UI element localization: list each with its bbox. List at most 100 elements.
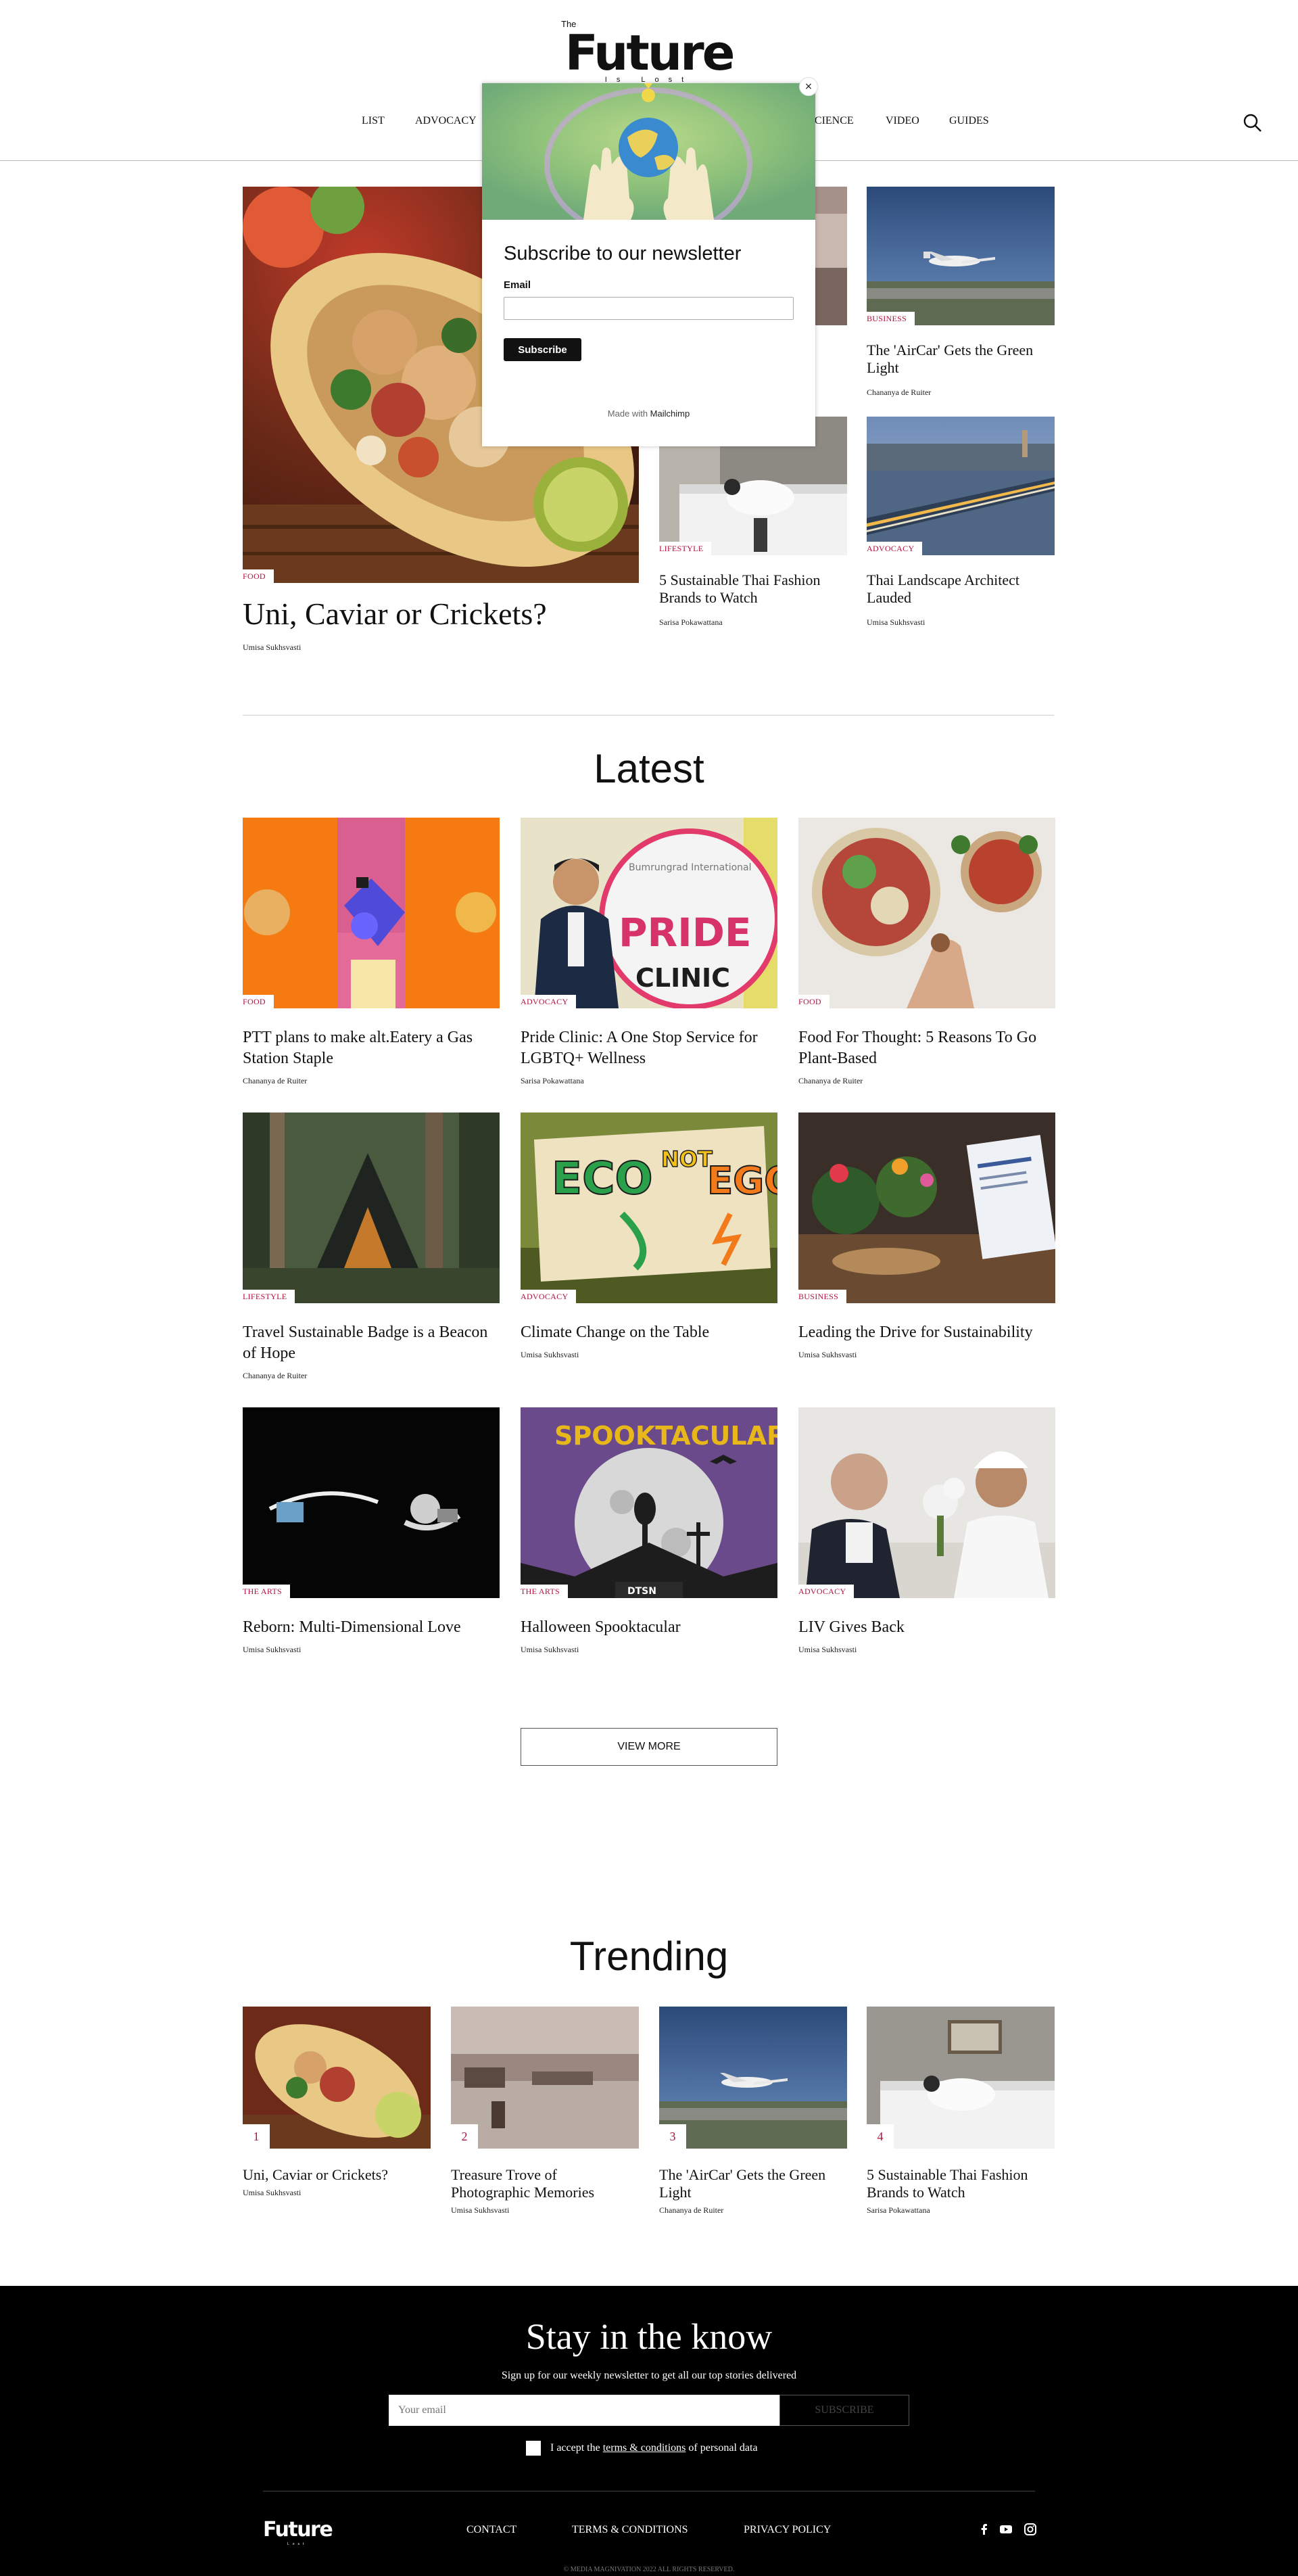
modal-email-input[interactable] — [504, 297, 794, 320]
footer-email-input[interactable] — [389, 2395, 779, 2426]
trending-image[interactable]: 3 — [659, 2007, 847, 2149]
trending-article[interactable]: 3 The 'AirCar' Gets the Green Light Chan… — [659, 2007, 847, 2216]
trending-title[interactable]: 5 Sustainable Thai Fashion Brands to Wat… — [867, 2166, 1055, 2201]
latest-image[interactable]: SPOOKTACULAR DTSN THE ARTS — [521, 1407, 777, 1598]
latest-category-tag[interactable]: LIFESTYLE — [243, 1290, 295, 1303]
latest-image[interactable]: ADVOCACY — [798, 1407, 1055, 1598]
latest-category-tag[interactable]: FOOD — [798, 995, 830, 1008]
view-more-button[interactable]: VIEW MORE — [521, 1728, 777, 1766]
youtube-icon[interactable] — [999, 2523, 1013, 2536]
footer-logo[interactable]: Future Lost — [263, 2518, 337, 2546]
latest-article[interactable]: Bumrungrad International PRIDE CLINIC AD… — [521, 818, 777, 1086]
footer-link-terms[interactable]: TERMS & CONDITIONS — [572, 2524, 688, 2536]
trending-author[interactable]: Sarisa Pokawattana — [867, 2205, 1055, 2216]
latest-article[interactable]: SPOOKTACULAR DTSN THE ARTS Halloween Spo… — [521, 1407, 777, 1655]
nav-item-video[interactable]: VIDEO — [886, 115, 919, 127]
side-article[interactable]: ADVOCACY Thai Landscape Architect Lauded… — [867, 417, 1055, 628]
side-author[interactable]: Chananya de Ruiter — [867, 388, 1055, 398]
latest-article[interactable]: FOOD Food For Thought: 5 Reasons To Go P… — [798, 818, 1055, 1086]
latest-article[interactable]: FOOD PTT plans to make alt.Eatery a Gas … — [243, 818, 500, 1086]
trending-image[interactable]: 2 — [451, 2007, 639, 2149]
latest-image[interactable]: FOOD — [798, 818, 1055, 1008]
latest-image[interactable]: Bumrungrad International PRIDE CLINIC AD… — [521, 818, 777, 1008]
latest-image[interactable]: THE ARTS — [243, 1407, 500, 1598]
consent-terms-link[interactable]: terms & conditions — [603, 2442, 686, 2454]
latest-article[interactable]: BUSINESS Leading the Drive for Sustainab… — [798, 1113, 1055, 1360]
trending-author[interactable]: Chananya de Ruiter — [659, 2205, 847, 2216]
latest-title[interactable]: Food For Thought: 5 Reasons To Go Plant-… — [798, 1027, 1055, 1069]
instagram-icon[interactable] — [1024, 2523, 1037, 2536]
close-icon[interactable]: × — [799, 77, 818, 96]
trending-author[interactable]: Umisa Sukhsvasti — [451, 2205, 639, 2216]
latest-author[interactable]: Umisa Sukhsvasti — [243, 1645, 500, 1655]
latest-article[interactable]: THE ARTS Reborn: Multi-Dimensional Love … — [243, 1407, 500, 1655]
footer-subscribe-button[interactable]: SUBSCRIBE — [779, 2395, 909, 2426]
modal-subscribe-button[interactable]: Subscribe — [504, 338, 581, 361]
side-title[interactable]: The 'AirCar' Gets the Green Light — [867, 342, 1055, 377]
side-image[interactable]: BUSINESS — [867, 187, 1055, 325]
trending-article[interactable]: 2 Treasure Trove of Photographic Memorie… — [451, 2007, 639, 2216]
nav-item-advocacy[interactable]: ADVOCACY — [415, 115, 477, 127]
hero-title[interactable]: Uni, Caviar or Crickets? — [243, 595, 639, 633]
nav-item-science[interactable]: SCIENCE — [809, 115, 854, 127]
latest-title[interactable]: Reborn: Multi-Dimensional Love — [243, 1617, 500, 1638]
trending-image[interactable]: 4 — [867, 2007, 1055, 2149]
latest-author[interactable]: Umisa Sukhsvasti — [798, 1645, 1055, 1655]
trending-title[interactable]: The 'AirCar' Gets the Green Light — [659, 2166, 847, 2201]
trending-author[interactable]: Umisa Sukhsvasti — [243, 2188, 431, 2198]
latest-article[interactable]: LIFESTYLE Travel Sustainable Badge is a … — [243, 1113, 500, 1381]
latest-title[interactable]: Climate Change on the Table — [521, 1322, 777, 1343]
latest-title[interactable]: Travel Sustainable Badge is a Beacon of … — [243, 1322, 500, 1364]
latest-title[interactable]: Halloween Spooktacular — [521, 1617, 777, 1638]
latest-title[interactable]: LIV Gives Back — [798, 1617, 1055, 1638]
latest-category-tag[interactable]: THE ARTS — [521, 1585, 569, 1598]
consent-checkbox[interactable] — [526, 2441, 541, 2456]
side-article[interactable]: LIFESTYLE 5 Sustainable Thai Fashion Bra… — [659, 417, 847, 628]
nav-item-list[interactable]: LIST — [362, 115, 385, 127]
latest-title[interactable]: Pride Clinic: A One Stop Service for LGB… — [521, 1027, 777, 1069]
latest-article[interactable]: ECO NOT EGO ADVOCACY Climate Change on t… — [521, 1113, 777, 1360]
latest-image[interactable]: FOOD — [243, 818, 500, 1008]
search-icon[interactable] — [1243, 113, 1263, 133]
footer-link-privacy[interactable]: PRIVACY POLICY — [744, 2524, 831, 2536]
latest-author[interactable]: Umisa Sukhsvasti — [521, 1645, 777, 1655]
latest-category-tag[interactable]: ADVOCACY — [521, 995, 577, 1008]
side-category-tag[interactable]: ADVOCACY — [867, 542, 923, 555]
latest-author[interactable]: Chananya de Ruiter — [243, 1076, 500, 1086]
latest-category-tag[interactable]: ADVOCACY — [798, 1585, 855, 1598]
facebook-icon[interactable] — [978, 2523, 991, 2536]
latest-author[interactable]: Umisa Sukhsvasti — [798, 1350, 1055, 1360]
latest-image[interactable]: BUSINESS — [798, 1113, 1055, 1303]
side-image[interactable]: ADVOCACY — [867, 417, 1055, 555]
mailchimp-link[interactable]: Mailchimp — [650, 408, 690, 419]
latest-article[interactable]: ADVOCACY LIV Gives Back Umisa Sukhsvasti — [798, 1407, 1055, 1655]
latest-title[interactable]: Leading the Drive for Sustainability — [798, 1322, 1055, 1343]
latest-image[interactable]: LIFESTYLE — [243, 1113, 500, 1303]
trending-title[interactable]: Treasure Trove of Photographic Memories — [451, 2166, 639, 2201]
latest-image[interactable]: ECO NOT EGO ADVOCACY — [521, 1113, 777, 1303]
latest-category-tag[interactable]: BUSINESS — [798, 1290, 847, 1303]
side-author[interactable]: Sarisa Pokawattana — [659, 617, 847, 628]
latest-author[interactable]: Sarisa Pokawattana — [521, 1076, 777, 1086]
side-category-tag[interactable]: LIFESTYLE — [659, 542, 712, 555]
hero-author[interactable]: Umisa Sukhsvasti — [243, 642, 639, 653]
nav-item-guides[interactable]: GUIDES — [949, 115, 989, 127]
side-category-tag[interactable]: BUSINESS — [867, 312, 915, 325]
latest-author[interactable]: Umisa Sukhsvasti — [521, 1350, 777, 1360]
trending-article[interactable]: 4 5 Sustainable Thai Fashion Brands to W… — [867, 2007, 1055, 2216]
hero-category-tag[interactable]: FOOD — [243, 569, 274, 583]
site-logo[interactable]: The Future Is Lost — [558, 19, 740, 87]
latest-category-tag[interactable]: FOOD — [243, 995, 274, 1008]
latest-category-tag[interactable]: THE ARTS — [243, 1585, 291, 1598]
latest-author[interactable]: Chananya de Ruiter — [798, 1076, 1055, 1086]
trending-image[interactable]: 1 — [243, 2007, 431, 2149]
latest-title[interactable]: PTT plans to make alt.Eatery a Gas Stati… — [243, 1027, 500, 1069]
side-author[interactable]: Umisa Sukhsvasti — [867, 617, 1055, 628]
footer-link-contact[interactable]: CONTACT — [466, 2524, 516, 2536]
latest-author[interactable]: Chananya de Ruiter — [243, 1371, 500, 1381]
trending-title[interactable]: Uni, Caviar or Crickets? — [243, 2166, 431, 2184]
side-title[interactable]: 5 Sustainable Thai Fashion Brands to Wat… — [659, 571, 847, 607]
latest-category-tag[interactable]: ADVOCACY — [521, 1290, 577, 1303]
side-title[interactable]: Thai Landscape Architect Lauded — [867, 571, 1055, 607]
side-article[interactable]: BUSINESS The 'AirCar' Gets the Green Lig… — [867, 187, 1055, 398]
